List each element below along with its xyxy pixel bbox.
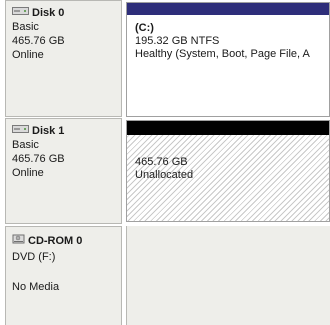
disk-0-title: Disk 0 bbox=[12, 6, 121, 20]
partition-c-info: (C:) 195.32 GB NTFS Healthy (System, Boo… bbox=[127, 15, 329, 61]
cd-rom-0-area bbox=[126, 226, 330, 325]
disk-1-size: 465.76 GB bbox=[12, 153, 65, 165]
disk-0-size: 465.76 GB bbox=[12, 35, 65, 47]
disk-0-name: Disk 0 bbox=[32, 7, 65, 19]
partition-c-health: Healthy (System, Boot, Page File, A bbox=[135, 48, 310, 60]
disk-1-status: Online bbox=[12, 167, 44, 179]
unallocated-space[interactable]: 465.76 GB Unallocated bbox=[126, 120, 330, 222]
disk-1-name: Disk 1 bbox=[32, 125, 65, 137]
cd-rom-0-title: CD-ROM 0 bbox=[12, 232, 121, 250]
partition-c[interactable]: (C:) 195.32 GB NTFS Healthy (System, Boo… bbox=[126, 2, 330, 117]
hard-disk-icon bbox=[12, 6, 32, 20]
unallocated-size: 465.76 GB bbox=[135, 156, 188, 168]
disk-management-view: Disk 0 Basic 465.76 GB Online (C:) 195.3… bbox=[0, 0, 330, 325]
disk-1-title: Disk 1 bbox=[12, 124, 121, 138]
partition-c-size: 195.32 GB NTFS bbox=[135, 35, 220, 47]
hard-disk-icon bbox=[12, 124, 32, 138]
unallocated-state: Unallocated bbox=[135, 169, 194, 181]
cd-rom-0-label[interactable]: CD-ROM 0 DVD (F:) No Media bbox=[5, 226, 122, 325]
cd-rom-0-status: No Media bbox=[12, 281, 60, 293]
cd-rom-icon bbox=[12, 232, 28, 250]
cd-rom-0-name: CD-ROM 0 bbox=[28, 235, 83, 247]
disk-0-type: Basic bbox=[12, 21, 39, 33]
disk-1-label[interactable]: Disk 1 Basic 465.76 GB Online bbox=[5, 118, 122, 224]
disk-0-status: Online bbox=[12, 49, 44, 61]
disk-1-type: Basic bbox=[12, 139, 39, 151]
unallocated-info: 465.76 GB Unallocated bbox=[127, 135, 329, 182]
partition-c-bar bbox=[127, 3, 329, 15]
disk-0-label[interactable]: Disk 0 Basic 465.76 GB Online bbox=[5, 0, 122, 117]
unallocated-bar bbox=[127, 121, 329, 135]
cd-rom-0-type: DVD (F:) bbox=[12, 251, 56, 263]
partition-c-label: (C:) bbox=[135, 22, 154, 34]
